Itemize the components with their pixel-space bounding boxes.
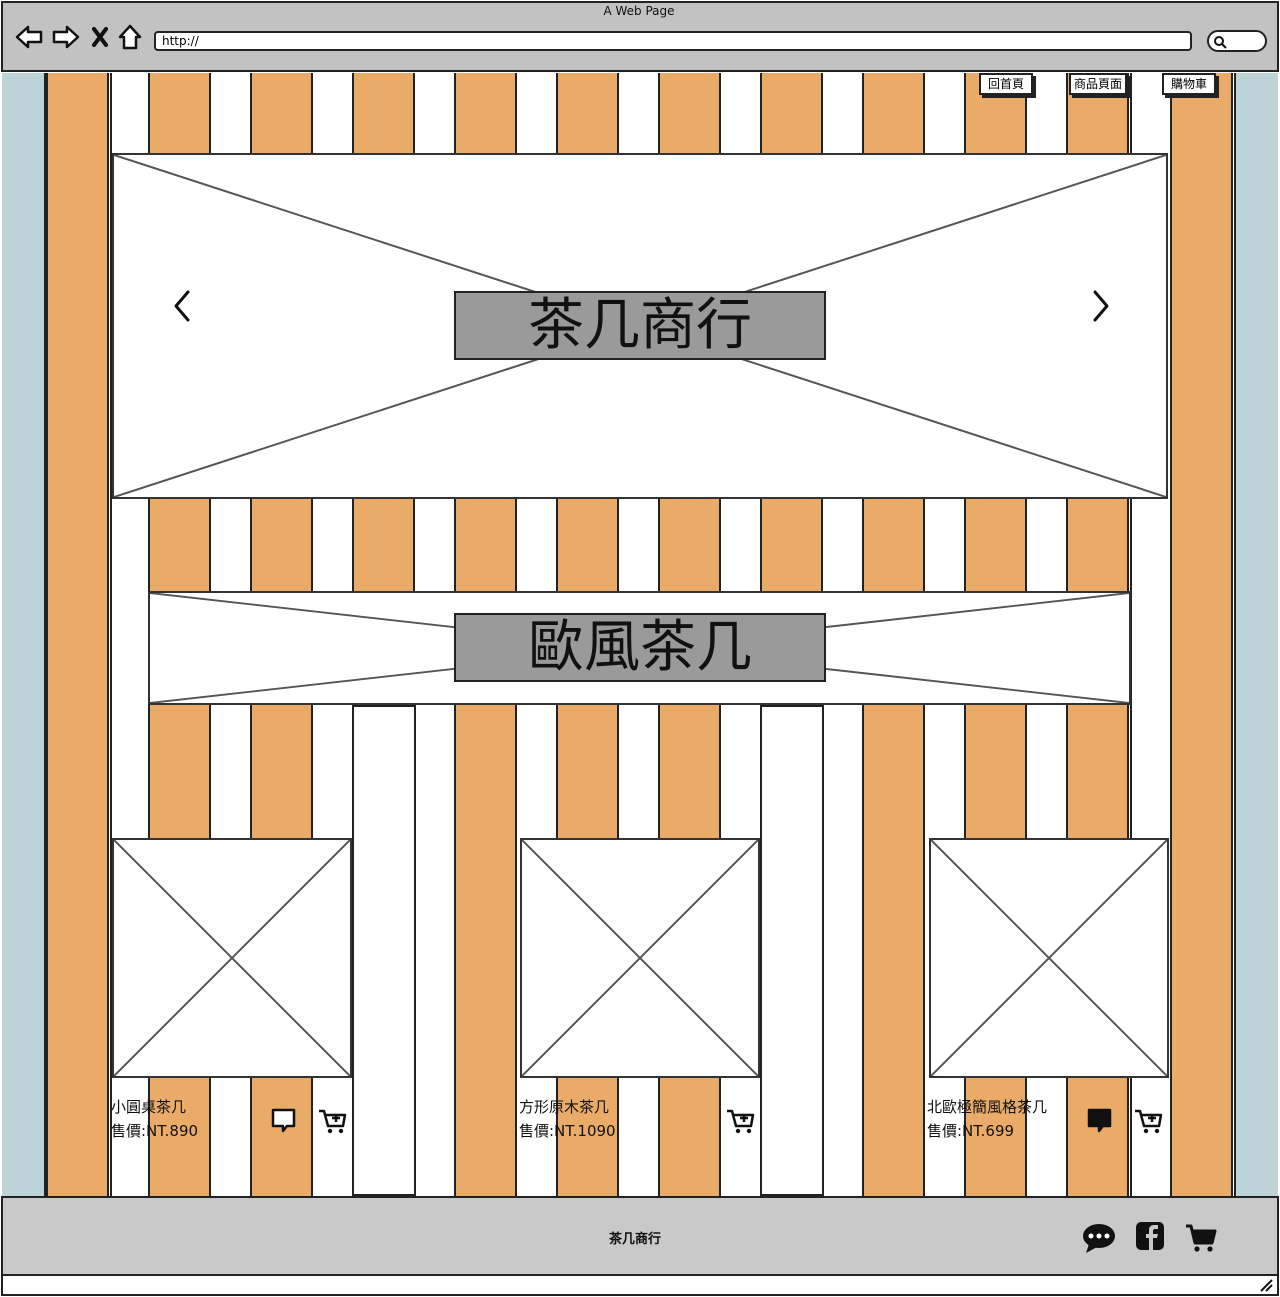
nav-cart-button[interactable]: 購物車	[1162, 73, 1216, 95]
image-placeholder-cross	[114, 840, 350, 1076]
nav-products-button[interactable]: 商品頁面	[1069, 73, 1127, 95]
column-block	[352, 705, 416, 1196]
url-bar[interactable]: http://	[154, 31, 1192, 51]
right-margin	[1234, 73, 1278, 1196]
footer-title: 茶几商行	[608, 1232, 661, 1247]
add-to-cart-icon[interactable]	[1133, 1106, 1163, 1136]
comment-outline-icon[interactable]	[269, 1106, 299, 1136]
stop-x-icon[interactable]	[86, 22, 116, 52]
hero-title: 茶几商行	[454, 291, 826, 360]
status-bar	[1, 1276, 1279, 1296]
category-title: 歐風茶几	[454, 613, 826, 682]
product-name[interactable]: 北歐極簡風格茶几	[927, 1096, 1047, 1117]
stripe	[46, 73, 109, 1196]
add-to-cart-icon[interactable]	[317, 1106, 347, 1136]
window-title: A Web Page	[603, 4, 675, 18]
browser-search-field[interactable]	[1207, 30, 1267, 52]
add-to-cart-icon[interactable]	[725, 1106, 755, 1136]
product-price: 售價:NT.890	[111, 1122, 199, 1140]
home-icon[interactable]	[116, 22, 146, 52]
carousel-prev-icon[interactable]	[168, 286, 198, 326]
nav-home-button[interactable]: 回首頁	[979, 73, 1033, 95]
product-price: 售價:NT.699	[927, 1122, 1015, 1140]
product-image-placeholder[interactable]	[520, 838, 760, 1078]
left-margin	[2, 73, 46, 1196]
product-image-placeholder[interactable]	[929, 838, 1169, 1078]
back-arrow-icon[interactable]	[14, 22, 44, 52]
image-placeholder-cross	[522, 840, 758, 1076]
product-price: 售價:NT.1090	[519, 1122, 616, 1140]
product-name[interactable]: 方形原木茶几	[519, 1096, 609, 1117]
stripe	[1170, 73, 1233, 1196]
cart-icon[interactable]	[1183, 1220, 1219, 1256]
column-block	[760, 705, 824, 1196]
carousel-next-icon[interactable]	[1085, 286, 1115, 326]
product-name[interactable]: 小圓桌茶几	[111, 1096, 186, 1117]
forward-arrow-icon[interactable]	[51, 22, 81, 52]
product-image-placeholder[interactable]	[112, 838, 352, 1078]
comment-filled-icon[interactable]	[1085, 1106, 1115, 1136]
search-icon	[1214, 36, 1227, 49]
facebook-icon[interactable]	[1133, 1220, 1169, 1256]
chat-icon[interactable]	[1081, 1220, 1117, 1256]
image-placeholder-cross	[931, 840, 1167, 1076]
resize-handle-icon[interactable]	[1259, 1278, 1273, 1292]
